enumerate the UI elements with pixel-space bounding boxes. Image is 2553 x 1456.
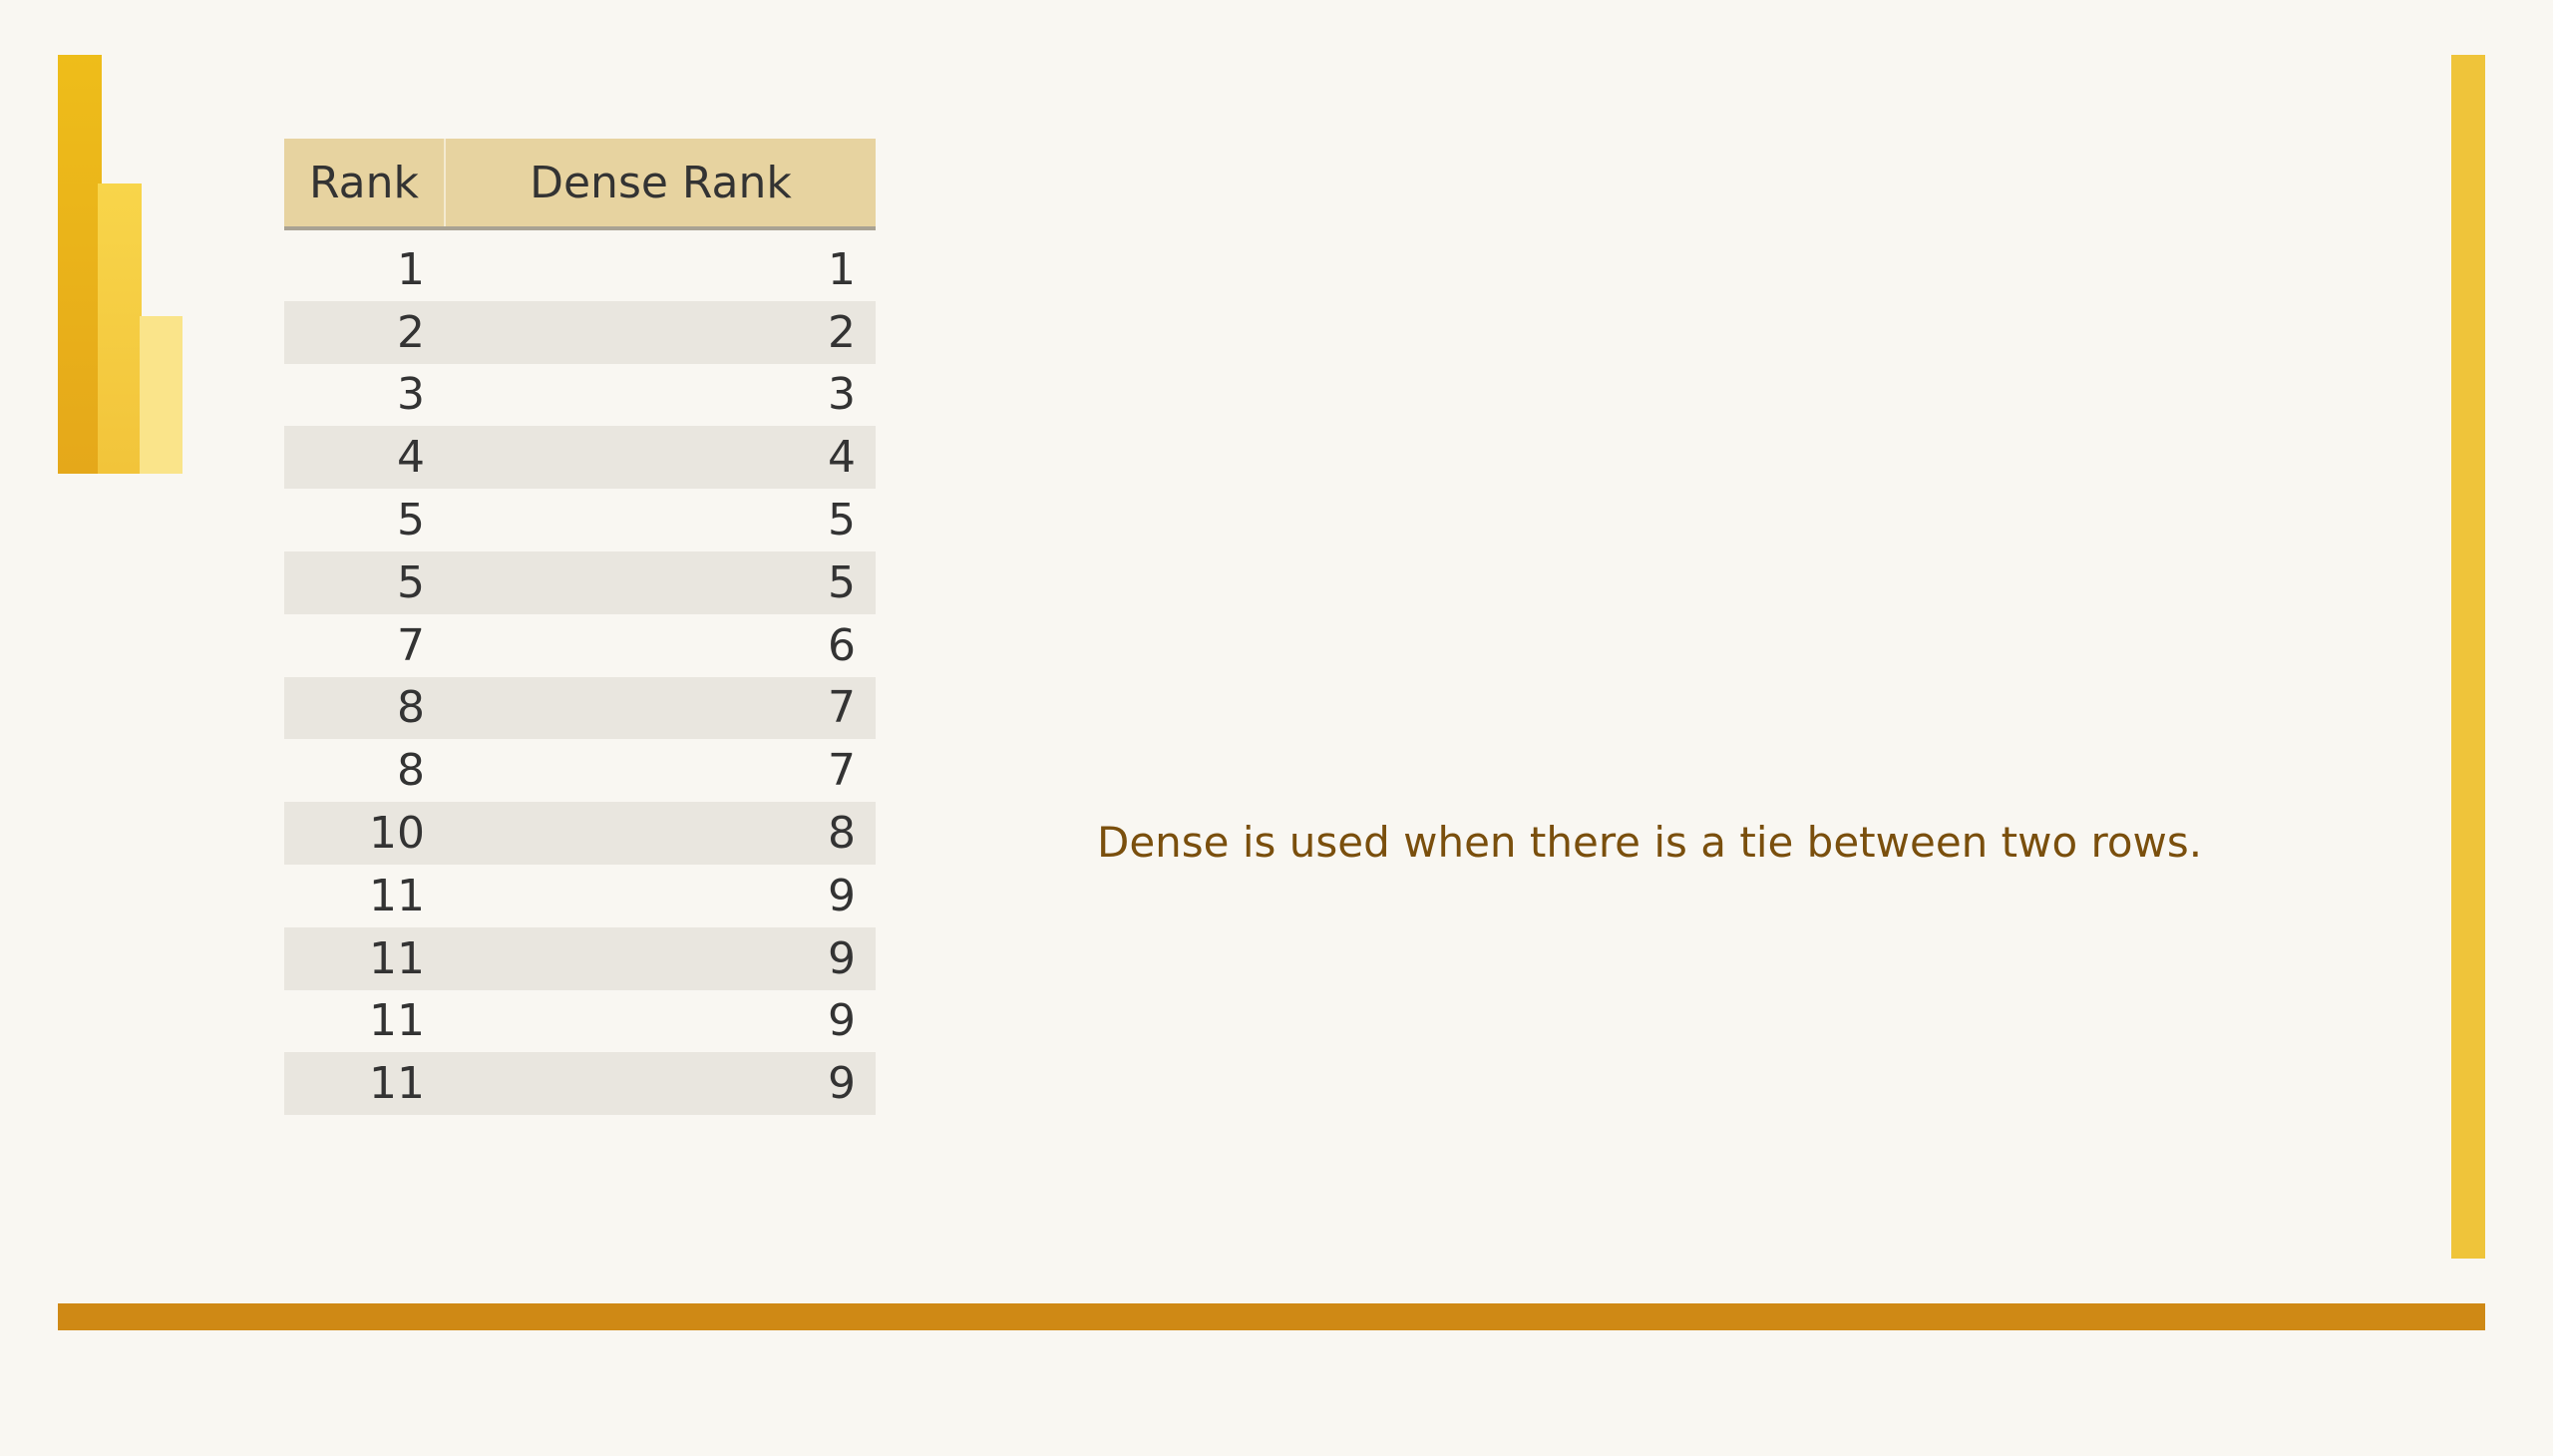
dense-rank-cell: 9 xyxy=(445,1052,876,1116)
rank-cell: 8 xyxy=(284,676,445,740)
dense-rank-cell: 9 xyxy=(828,870,856,921)
right-accent-bar xyxy=(2451,55,2485,1259)
rank-cell: 4 xyxy=(284,426,445,490)
column-header-rank[interactable]: Rank xyxy=(284,139,446,230)
rank-cell: 11 xyxy=(369,870,425,921)
rank-cell: 1 xyxy=(397,243,425,295)
dense-rank-cell: 7 xyxy=(445,676,876,740)
dense-rank-cell: 8 xyxy=(445,802,876,865)
logo-bar-medium xyxy=(98,183,142,474)
table-row: 11 9 xyxy=(284,865,876,927)
table-row: 55 xyxy=(284,550,876,614)
rank-table: Rank Dense Rank 1 1 2 2 3 3 4 4 5 5 5 5 7 6 8 7 8 7 10 8 11 9… xyxy=(284,139,876,1116)
table-row: 10 8 xyxy=(284,802,876,865)
rank-cell: 11 xyxy=(369,995,425,1047)
dense-rank-cell: 1 xyxy=(828,243,856,295)
table-row: 44 xyxy=(284,426,876,490)
dense-rank-cell: 9 xyxy=(828,995,856,1047)
table-row: 55 xyxy=(284,489,876,551)
table-row: 11 9 xyxy=(284,926,876,990)
dense-rank-cell: 7 xyxy=(828,745,856,797)
dense-rank-cell: 9 xyxy=(445,926,876,990)
dense-rank-cell: 3 xyxy=(828,369,856,421)
dense-rank-cell: 5 xyxy=(828,495,856,546)
rank-cell: 11 xyxy=(284,926,445,990)
rank-cell: 5 xyxy=(397,495,425,546)
table-row: 11 9 xyxy=(284,1052,876,1116)
table-row: 33 xyxy=(284,364,876,427)
bottom-accent-bar xyxy=(58,1303,2485,1330)
rank-cell: 2 xyxy=(284,300,445,364)
table-row: 87 xyxy=(284,739,876,802)
table-row: 22 xyxy=(284,300,876,364)
rank-cell: 8 xyxy=(397,745,425,797)
logo-bar-short xyxy=(140,316,182,474)
table-row: 87 xyxy=(284,676,876,740)
logo-bar-tall xyxy=(58,55,102,474)
rank-cell: 3 xyxy=(397,369,425,421)
dense-rank-cell: 2 xyxy=(445,300,876,364)
explanation-text: Dense is used when there is a tie betwee… xyxy=(1097,818,2203,867)
dense-rank-cell: 5 xyxy=(445,550,876,614)
table-row: 76 xyxy=(284,614,876,677)
table-body: 1 1 2 2 3 3 4 4 5 5 5 5 7 6 8 7 8 7 10 8 11 9 11 9 11 9 11 9 xyxy=(284,228,876,1116)
dense-rank-cell: 6 xyxy=(828,619,856,671)
table-row: 11 xyxy=(284,228,876,301)
dense-rank-cell: 4 xyxy=(445,426,876,490)
rank-cell: 7 xyxy=(397,619,425,671)
table-header-row: Rank Dense Rank xyxy=(284,139,876,230)
rank-cell: 11 xyxy=(284,1052,445,1116)
rank-cell: 10 xyxy=(284,802,445,865)
column-header-dense-rank[interactable]: Dense Rank xyxy=(445,139,876,230)
table-row: 11 9 xyxy=(284,990,876,1053)
rank-cell: 5 xyxy=(284,550,445,614)
